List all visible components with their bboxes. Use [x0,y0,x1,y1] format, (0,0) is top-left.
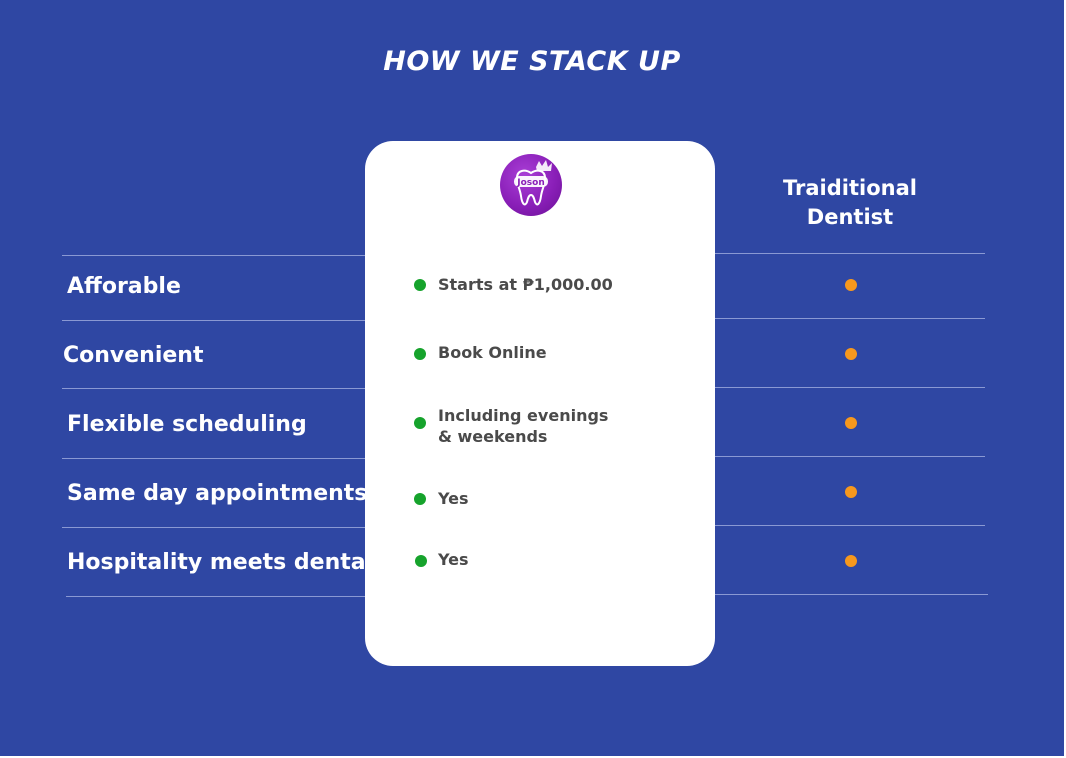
row-divider [715,594,988,595]
row-divider [715,387,985,388]
joson-value: Book Online [438,343,547,362]
row-divider [715,318,985,319]
joson-check-dot [414,493,426,505]
feature-label-afforable: Afforable [67,274,181,299]
tooth-crown-logo-icon: Joson [500,154,562,216]
feature-label-hospitality-meets-dental: Hospitality meets dental [67,550,374,575]
joson-value: Yes [438,550,469,569]
joson-check-dot [414,348,426,360]
row-divider [715,525,985,526]
competitor-dot [845,417,857,429]
row-divider [62,255,365,256]
row-divider [66,596,365,597]
row-divider [715,253,985,254]
competitor-column-header: Traiditional Dentist [760,174,940,232]
row-divider [715,456,985,457]
feature-label-same-day-appointments: Same day appointments [67,481,368,506]
feature-label-flexible-scheduling: Flexible scheduling [67,412,307,437]
page-title: HOW WE STACK UP [383,46,681,77]
row-divider [62,320,365,321]
joson-check-dot [414,279,426,291]
logo-text: Joson [516,178,544,188]
joson-value: Including evenings & weekends [438,406,609,446]
competitor-dot [845,555,857,567]
competitor-dot [845,279,857,291]
joson-value: Starts at ₱1,000.00 [438,275,613,294]
row-divider [62,527,365,528]
comparison-slide: HOW WE STACK UP Joson Traiditional Dentis… [0,0,1064,756]
competitor-dot [845,486,857,498]
competitor-dot [845,348,857,360]
competitor-header-label: Traiditional Dentist [783,176,917,229]
row-divider [62,388,365,389]
joson-value: Yes [438,489,469,508]
row-divider [62,458,365,459]
joson-column-card [365,141,715,666]
joson-check-dot [415,555,427,567]
joson-check-dot [414,417,426,429]
feature-label-convenient: Convenient [63,343,204,368]
